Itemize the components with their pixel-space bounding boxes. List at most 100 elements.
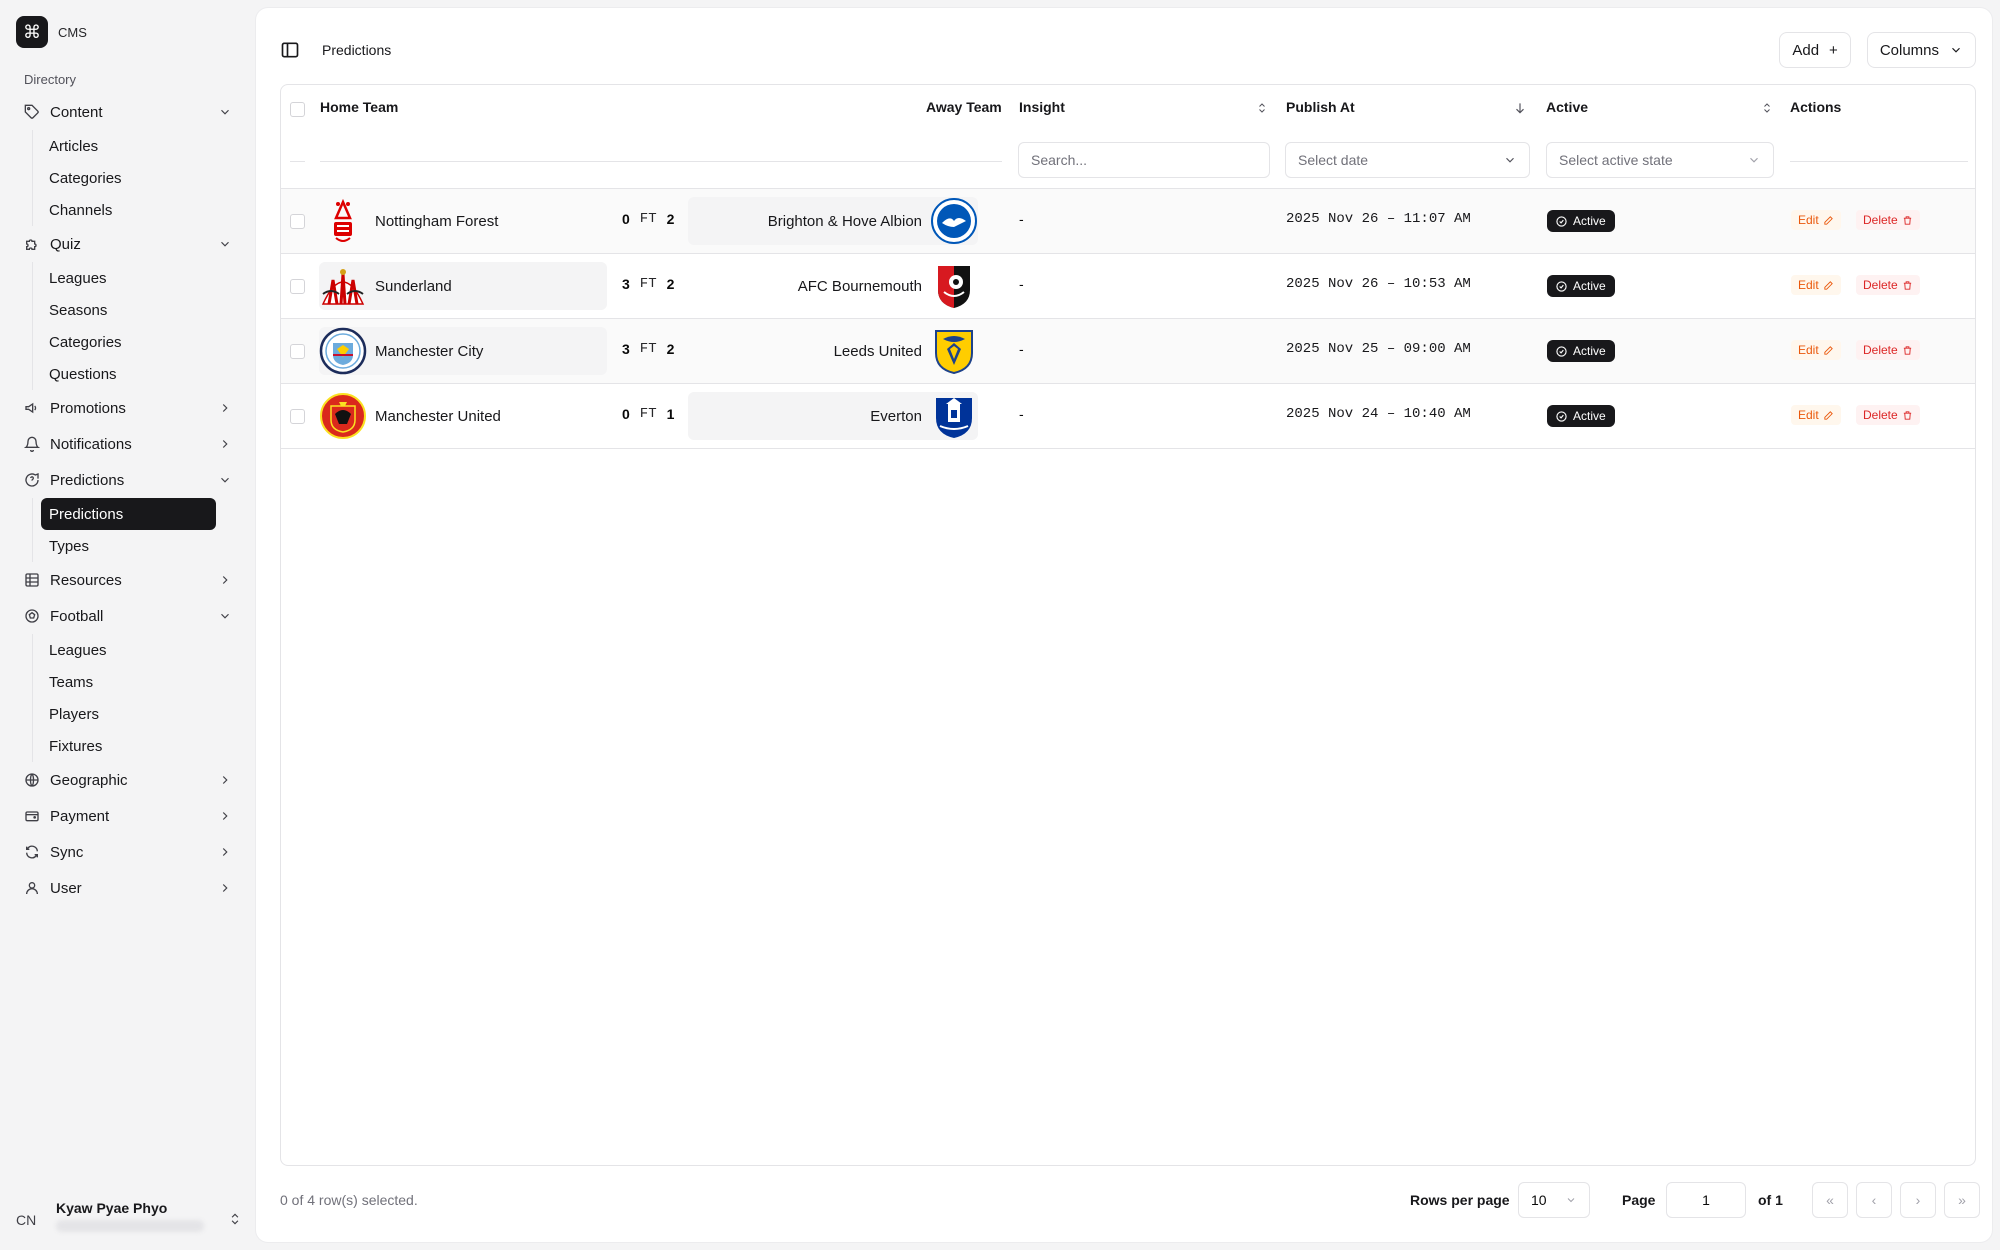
- nav-group-football: Football Leagues Teams Players Fixtures: [16, 598, 240, 762]
- sidebar-item-questions[interactable]: Questions: [41, 358, 216, 390]
- sidebar-toggle-icon[interactable]: [280, 40, 300, 60]
- sidebar-item-quiz-categories[interactable]: Categories: [41, 326, 216, 358]
- away-team-cell: Everton: [688, 392, 978, 440]
- sidebar-item-channels[interactable]: Channels: [41, 194, 216, 226]
- sidebar-item-categories[interactable]: Categories: [41, 162, 216, 194]
- trash-icon: [1903, 345, 1911, 355]
- nav-football[interactable]: Football: [16, 598, 240, 634]
- nav-sync[interactable]: Sync: [16, 834, 240, 870]
- row-checkbox[interactable]: [290, 279, 305, 294]
- edit-button[interactable]: Edit: [1791, 405, 1841, 425]
- row-checkbox[interactable]: [290, 344, 305, 359]
- edit-label: Edit: [1798, 278, 1819, 292]
- active-state-select[interactable]: Select active state: [1546, 142, 1774, 178]
- delete-button[interactable]: Delete: [1856, 340, 1920, 360]
- col-home-team: Home Team: [320, 99, 399, 115]
- sidebar-item-types[interactable]: Types: [41, 530, 216, 562]
- home-score: 3: [622, 341, 630, 357]
- score: 3 FT 2: [622, 276, 674, 292]
- manchester-united-crest-icon: [319, 392, 367, 440]
- sidebar-item-teams[interactable]: Teams: [41, 666, 216, 698]
- match-status: FT: [639, 276, 657, 292]
- nav-notifications[interactable]: Notifications: [16, 426, 240, 462]
- col-insight[interactable]: Insight: [1019, 99, 1065, 115]
- last-page-button[interactable]: »: [1944, 1182, 1980, 1218]
- user-menu[interactable]: CN Kyaw Pyae Phyo: [16, 1196, 242, 1244]
- chevron-right-icon: [222, 884, 228, 892]
- add-button[interactable]: Add +: [1779, 32, 1851, 68]
- away-team-name: Leeds United: [833, 342, 922, 360]
- edit-button[interactable]: Edit: [1791, 340, 1841, 360]
- delete-button[interactable]: Delete: [1856, 275, 1920, 295]
- table-footer: 0 of 4 row(s) selected. Rows per page 10…: [280, 1180, 1980, 1220]
- table-row[interactable]: Nottingham Forest 0 FT 2 Brighton & Hove A…: [281, 189, 1975, 254]
- table-row[interactable]: Sunderland 3 FT 2 AFC Bournemouth - 2025 N…: [281, 254, 1975, 319]
- nav-quiz-label: Quiz: [50, 235, 81, 253]
- page-input[interactable]: 1: [1666, 1182, 1746, 1218]
- col-active[interactable]: Active: [1546, 99, 1588, 115]
- sidebar-item-fixtures[interactable]: Fixtures: [41, 730, 216, 762]
- delete-button[interactable]: Delete: [1856, 405, 1920, 425]
- nav-predictions-label: Predictions: [50, 471, 125, 489]
- nav-content[interactable]: Content: [16, 94, 240, 130]
- puzzle-icon: [24, 236, 40, 252]
- nav-payment[interactable]: Payment: [16, 798, 240, 834]
- table-row[interactable]: Manchester City 3 FT 2 Leeds United - 2025…: [281, 319, 1975, 384]
- chevron-down-icon: [221, 109, 229, 115]
- chevron-right-icon: ›: [1915, 1192, 1921, 1208]
- sidebar-item-football-leagues[interactable]: Leagues: [41, 634, 216, 666]
- edit-label: Edit: [1798, 213, 1819, 227]
- insight-search-input[interactable]: Search...: [1018, 142, 1270, 178]
- nav-resources[interactable]: Resources: [16, 562, 240, 598]
- arrow-down-icon[interactable]: [1513, 101, 1527, 115]
- command-icon: ⌘: [16, 16, 48, 48]
- home-team-cell: Sunderland: [319, 262, 607, 310]
- delete-button[interactable]: Delete: [1856, 210, 1920, 230]
- chevron-down-icon: [1952, 47, 1960, 53]
- publish-at-value: 2025 Nov 25 – 09:00 AM: [1286, 341, 1471, 357]
- sidebar-item-leagues[interactable]: Leagues: [41, 262, 216, 294]
- rows-per-page-select[interactable]: 10: [1518, 1182, 1590, 1218]
- sort-icon[interactable]: [1761, 101, 1773, 115]
- next-page-button[interactable]: ›: [1900, 1182, 1936, 1218]
- columns-button[interactable]: Columns: [1866, 32, 1976, 68]
- sunderland-crest-icon: [319, 262, 367, 310]
- nav-geographic[interactable]: Geographic: [16, 762, 240, 798]
- nav-promotions[interactable]: Promotions: [16, 390, 240, 426]
- col-publish-at[interactable]: Publish At: [1286, 99, 1355, 115]
- col-actions: Actions: [1790, 99, 1842, 115]
- delete-label: Delete: [1863, 213, 1898, 227]
- filter-divider: [290, 161, 305, 162]
- publish-at-value: 2025 Nov 24 – 10:40 AM: [1286, 406, 1471, 422]
- brand[interactable]: ⌘ CMS: [16, 16, 87, 48]
- score: 0 FT 2: [622, 211, 674, 227]
- edit-button[interactable]: Edit: [1791, 210, 1841, 230]
- sort-icon[interactable]: [1256, 101, 1268, 115]
- select-all-checkbox[interactable]: [290, 102, 305, 117]
- sidebar-item-seasons[interactable]: Seasons: [41, 294, 216, 326]
- filter-divider: [320, 161, 1002, 162]
- table-row[interactable]: Manchester United 0 FT 1 Everton - 2025 No…: [281, 384, 1975, 449]
- home-team-name: Manchester City: [375, 342, 484, 360]
- user-email-blurred: [56, 1220, 204, 1232]
- home-score: 0: [622, 406, 630, 422]
- sidebar-item-players[interactable]: Players: [41, 698, 216, 730]
- nav-quiz[interactable]: Quiz: [16, 226, 240, 262]
- prev-page-button[interactable]: ‹: [1856, 1182, 1892, 1218]
- nav-predictions[interactable]: Predictions: [16, 462, 240, 498]
- first-page-button[interactable]: «: [1812, 1182, 1848, 1218]
- nav-resources-label: Resources: [50, 571, 122, 589]
- match-status: FT: [639, 406, 657, 422]
- home-team-name: Sunderland: [375, 277, 452, 295]
- edit-icon: [1824, 215, 1833, 225]
- check-circle-icon: [1556, 280, 1567, 292]
- nav-user-label: User: [50, 879, 82, 897]
- sidebar-item-articles[interactable]: Articles: [41, 130, 216, 162]
- nav-payment-label: Payment: [50, 807, 110, 825]
- publish-date-select[interactable]: Select date: [1285, 142, 1530, 178]
- nav-user[interactable]: User: [16, 870, 240, 906]
- edit-button[interactable]: Edit: [1791, 275, 1841, 295]
- row-checkbox[interactable]: [290, 214, 305, 229]
- row-checkbox[interactable]: [290, 409, 305, 424]
- sidebar-item-predictions[interactable]: Predictions: [41, 498, 216, 530]
